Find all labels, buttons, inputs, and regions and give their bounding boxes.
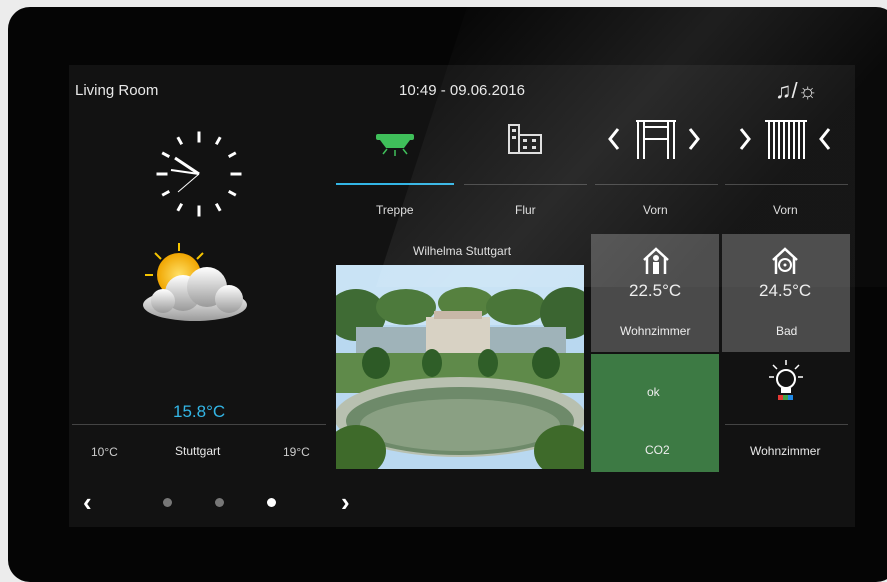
page-title: Living Room	[75, 82, 159, 99]
tab-vorn-close[interactable]: Vorn	[773, 203, 798, 217]
tile-temp-value: 22.5°C	[629, 281, 682, 300]
current-temperature: 15.8°C	[173, 402, 226, 421]
device-frame: Living Room 10:49 - 09.06.2016 ♫/☼ 15.8°…	[8, 7, 887, 582]
prev-page-button[interactable]: ‹	[83, 487, 92, 518]
tile-label: Bad	[776, 324, 798, 338]
screen: Living Room 10:49 - 09.06.2016 ♫/☼ 15.8°…	[69, 65, 855, 527]
house-radiation-icon	[772, 247, 798, 274]
divider	[725, 424, 848, 425]
co2-status: ok	[647, 385, 660, 399]
page-dot[interactable]	[215, 498, 224, 507]
tile-co2[interactable]: ok CO2	[591, 354, 719, 472]
camera-title: Wilhelma Stuttgart	[413, 244, 512, 258]
camera-image	[336, 265, 584, 469]
min-temperature: 10°C	[91, 445, 118, 459]
tab-flur[interactable]: Flur	[515, 203, 536, 217]
camera-feed[interactable]	[336, 265, 584, 469]
tile-bad-temp[interactable]: 24.5°C Bad	[722, 234, 850, 352]
tile-wohnzimmer-temp[interactable]: 22.5°C Wohnzimmer	[591, 234, 719, 352]
tab-treppe[interactable]: Treppe	[376, 203, 414, 217]
blind-open-icon[interactable]	[604, 115, 706, 163]
tab-divider	[595, 184, 718, 185]
tile-temp-value: 24.5°C	[759, 281, 812, 300]
datetime: 10:49 - 09.06.2016	[399, 82, 525, 99]
tab-vorn-open[interactable]: Vorn	[643, 203, 668, 217]
tab-divider	[725, 184, 848, 185]
city-name: Stuttgart	[175, 444, 221, 458]
tile-label: Wohnzimmer	[620, 324, 691, 338]
tab-active-indicator	[336, 183, 454, 185]
rgb-bulb-icon[interactable]	[768, 359, 804, 403]
next-page-button[interactable]: ›	[341, 487, 350, 518]
co2-label: CO2	[645, 443, 670, 457]
blind-close-icon[interactable]	[735, 115, 837, 163]
music-light-icon[interactable]: ♫/☼	[775, 78, 818, 104]
tab-divider	[464, 184, 587, 185]
building-icon[interactable]	[505, 123, 545, 157]
divider	[72, 424, 326, 425]
house-person-icon	[643, 247, 669, 274]
ceiling-light-icon[interactable]	[372, 128, 418, 160]
max-temperature: 19°C	[283, 445, 310, 459]
sun-cloud-icon	[143, 243, 247, 321]
light-label: Wohnzimmer	[750, 444, 821, 458]
page-dot[interactable]	[163, 498, 172, 507]
analog-clock	[156, 131, 242, 217]
page-dot-active[interactable]	[267, 498, 276, 507]
